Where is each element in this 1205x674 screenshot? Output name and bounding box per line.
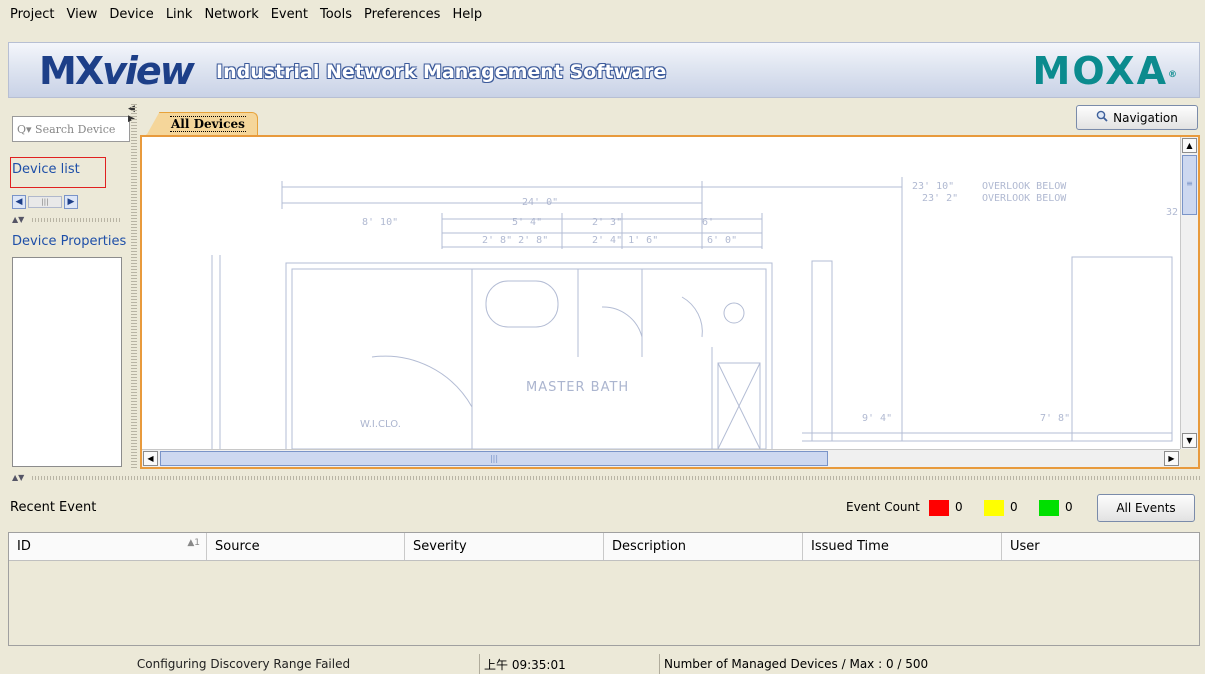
split-arrows-icon[interactable]: ▲▼ — [12, 215, 24, 224]
status-message: Configuring Discovery Range Failed — [8, 654, 480, 674]
menu-tools[interactable]: Tools — [320, 7, 352, 22]
device-properties-panel — [12, 257, 122, 467]
column-issued-time-label: Issued Time — [811, 539, 889, 554]
navigation-button-label: Navigation — [1113, 110, 1178, 125]
svg-text:2' 3": 2' 3" — [592, 217, 622, 228]
menu-bar: Project View Device Link Network Event T… — [0, 0, 1205, 28]
logo-view-text: view — [102, 49, 195, 93]
device-list-scrollbar[interactable]: ◀ ||| ▶ — [12, 194, 122, 210]
info-count: 0 — [1065, 500, 1073, 514]
svg-text:7' 8": 7' 8" — [1040, 413, 1070, 424]
horizontal-scroll-thumb[interactable]: ||| — [160, 451, 828, 466]
column-user-label: User — [1010, 539, 1040, 554]
scroll-down-icon[interactable]: ▼ — [1182, 433, 1197, 448]
navigation-button[interactable]: Navigation — [1076, 105, 1198, 130]
search-input-placeholder: Q▾ Search Device — [17, 122, 116, 136]
moxa-logo: MOXA® — [1033, 49, 1179, 93]
tab-all-devices-label: All Devices — [170, 116, 246, 132]
topology-canvas[interactable]: 24' 0" 8' 10" 5' 4" 2' 3" 6' 2' 8" 2' 8"… — [140, 135, 1200, 469]
svg-text:OVERLOOK BELOW: OVERLOOK BELOW — [982, 181, 1067, 192]
recent-event-label: Recent Event — [10, 500, 97, 515]
svg-text:5' 4": 5' 4" — [512, 217, 542, 228]
scroll-right-icon[interactable]: ▶ — [1164, 451, 1179, 466]
split-arrows-icon[interactable]: ▲▼ — [12, 473, 24, 482]
svg-text:2' 8" 2' 8": 2' 8" 2' 8" — [482, 235, 548, 246]
svg-text:23' 10": 23' 10" — [912, 181, 954, 192]
column-severity[interactable]: Severity — [405, 533, 604, 560]
event-header: Recent Event Event Count 0 0 0 All Event… — [0, 490, 1205, 526]
svg-text:6' 0": 6' 0" — [707, 235, 737, 246]
scroll-thumb[interactable]: ||| — [28, 196, 62, 208]
scroll-right-icon[interactable]: ▶ — [64, 195, 78, 209]
svg-text:2' 4" 1' 6": 2' 4" 1' 6" — [592, 235, 658, 246]
menu-link[interactable]: Link — [166, 7, 193, 22]
column-severity-label: Severity — [413, 539, 467, 554]
column-source-label: Source — [215, 539, 260, 554]
status-managed-devices: Number of Managed Devices / Max : 0 / 50… — [664, 657, 929, 671]
mxview-logo: MXview — [39, 49, 195, 93]
floorplan-background: 24' 0" 8' 10" 5' 4" 2' 3" 6' 2' 8" 2' 8"… — [142, 137, 1180, 449]
events-table: ID ▲1 Source Severity Description Issued… — [8, 532, 1200, 646]
scroll-left-icon[interactable]: ◀ — [143, 451, 158, 466]
logo-mx-text: MX — [39, 49, 104, 93]
banner-subtitle: Industrial Network Management Software — [216, 61, 667, 83]
device-list-highlight — [10, 157, 106, 188]
floorplan-label-closet: W.I.CLO. — [360, 419, 401, 430]
menu-event[interactable]: Event — [271, 7, 308, 22]
device-properties-label[interactable]: Device Properties — [12, 234, 126, 249]
menu-project[interactable]: Project — [10, 7, 54, 22]
column-id-label: ID — [17, 539, 31, 554]
svg-text:23' 2": 23' 2" — [922, 193, 958, 204]
canvas-vertical-scrollbar[interactable]: ▲ ≡ ▼ — [1180, 137, 1198, 449]
warning-count: 0 — [1010, 500, 1018, 514]
menu-network[interactable]: Network — [204, 7, 258, 22]
column-issued-time[interactable]: Issued Time — [803, 533, 1002, 560]
scroll-left-icon[interactable]: ◀ — [12, 195, 26, 209]
warning-count-swatch — [984, 500, 1004, 516]
menu-view[interactable]: View — [66, 7, 97, 22]
main-split-divider[interactable] — [32, 476, 1200, 480]
moxa-logo-text: MOXA — [1032, 49, 1168, 93]
svg-text:32: 32 — [1166, 207, 1178, 218]
svg-text:9' 4": 9' 4" — [862, 413, 892, 424]
app-banner: MXview Industrial Network Management Sof… — [8, 42, 1200, 98]
floorplan-label-master-bath: MASTER BATH — [526, 380, 629, 395]
column-id[interactable]: ID ▲1 — [9, 533, 207, 560]
all-events-button[interactable]: All Events — [1097, 494, 1195, 522]
events-table-header: ID ▲1 Source Severity Description Issued… — [9, 533, 1199, 561]
scroll-up-icon[interactable]: ▲ — [1182, 138, 1197, 153]
floorplan-image: 24' 0" 8' 10" 5' 4" 2' 3" 6' 2' 8" 2' 8"… — [211, 177, 1178, 449]
svg-text:6': 6' — [702, 217, 714, 228]
sort-ascending-icon: ▲1 — [187, 538, 200, 548]
info-count-swatch — [1039, 500, 1059, 516]
column-description[interactable]: Description — [604, 533, 803, 560]
status-bar: Configuring Discovery Range Failed 上午 09… — [8, 654, 1200, 674]
svg-text:8' 10": 8' 10" — [362, 217, 398, 228]
magnifier-icon — [1096, 110, 1108, 125]
tab-all-devices[interactable]: All Devices — [146, 112, 258, 136]
critical-count-swatch — [929, 500, 949, 516]
left-splitter[interactable] — [131, 103, 137, 468]
canvas-horizontal-scrollbar[interactable]: ◀ ||| ▶ — [142, 449, 1180, 467]
svg-text:24' 0": 24' 0" — [522, 197, 558, 208]
status-time: 上午 09:35:01 — [480, 654, 660, 674]
event-count-label: Event Count — [846, 500, 920, 514]
critical-count: 0 — [955, 500, 963, 514]
search-input[interactable]: Q▾ Search Device — [12, 116, 130, 142]
menu-help[interactable]: Help — [452, 7, 482, 22]
column-source[interactable]: Source — [207, 533, 405, 560]
scroll-corner — [1180, 449, 1198, 467]
column-user[interactable]: User — [1002, 533, 1199, 560]
column-description-label: Description — [612, 539, 687, 554]
menu-preferences[interactable]: Preferences — [364, 7, 440, 22]
registered-mark: ® — [1168, 70, 1179, 80]
svg-text:OVERLOOK BELOW: OVERLOOK BELOW — [982, 193, 1067, 204]
vertical-scroll-thumb[interactable]: ≡ — [1182, 155, 1197, 215]
split-divider[interactable] — [32, 218, 122, 222]
menu-device[interactable]: Device — [109, 7, 153, 22]
